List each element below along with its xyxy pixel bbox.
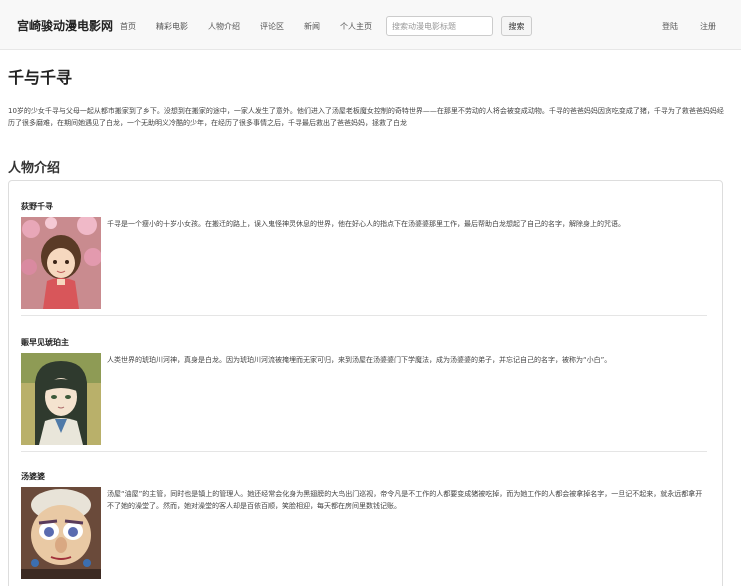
divider — [21, 451, 707, 452]
movie-synopsis: 10岁的少女千寻与父母一起从都市搬家到了乡下。没想到在搬家的途中，一家人发生了意… — [8, 107, 724, 127]
character-name: 荻野千寻 — [21, 202, 53, 211]
top-navbar: 宫崎骏动漫电影网 首页 精彩电影 人物介绍 评论区 新闻 个人主页 搜索 登陆 … — [0, 0, 741, 50]
page-title: 千与千寻 — [8, 68, 73, 87]
nav-link-profile[interactable]: 个人主页 — [340, 21, 372, 32]
nav-link-news[interactable]: 新闻 — [304, 21, 320, 32]
character-description: 人类世界的琥珀川河神，真身是白龙。因为琥珀川河流被掩埋而无家可归，来到汤屋在汤婆… — [107, 356, 612, 364]
character-image-haku — [21, 353, 101, 445]
login-link[interactable]: 登陆 — [662, 21, 678, 32]
nav-link-home[interactable]: 首页 — [120, 21, 136, 32]
section-title-characters: 人物介绍 — [8, 161, 61, 176]
nav-link-comments[interactable]: 评论区 — [260, 21, 284, 32]
site-brand[interactable]: 宫崎骏动漫电影网 — [17, 17, 113, 34]
character-description: 汤屋“油屋”的主管，同时也是镇上的管理人。她还经常会化身为黑翅膀的大鸟出门巡视，… — [107, 490, 703, 510]
character-name: 汤婆婆 — [21, 472, 45, 481]
character-image-yubaba — [21, 487, 101, 579]
search-button[interactable]: 搜索 — [501, 16, 532, 36]
register-link[interactable]: 注册 — [700, 21, 716, 32]
nav-links: 首页 精彩电影 人物介绍 评论区 新闻 个人主页 — [110, 21, 382, 32]
character-image-chihiro — [21, 217, 101, 309]
characters-panel: 荻野千寻 千寻是一个瘦小的十岁小女孩。在搬迁的路上，误入鬼怪神灵休息的世界，他在… — [8, 180, 723, 586]
character-name: 赈早见琥珀主 — [21, 338, 69, 347]
auth-links: 登陆 注册 — [662, 21, 716, 32]
nav-link-characters[interactable]: 人物介绍 — [208, 21, 240, 32]
character-description: 千寻是一个瘦小的十岁小女孩。在搬迁的路上，误入鬼怪神灵休息的世界，他在好心人的指… — [107, 220, 625, 228]
divider — [21, 315, 707, 316]
search-input[interactable] — [386, 16, 493, 36]
nav-link-movies[interactable]: 精彩电影 — [156, 21, 188, 32]
